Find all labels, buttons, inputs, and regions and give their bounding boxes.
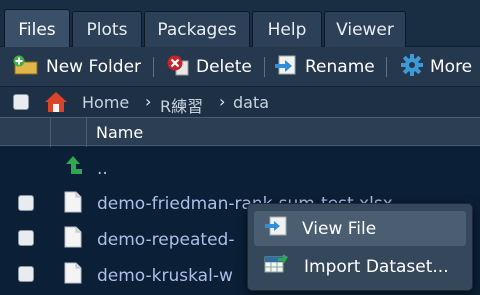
- rename-label: Rename: [305, 57, 375, 77]
- rename-button[interactable]: Rename: [273, 47, 375, 87]
- column-divider: [50, 118, 51, 147]
- file-link[interactable]: demo-kruskal-w: [97, 266, 233, 286]
- pane-tab-bar: Files Plots Packages Help Viewer: [0, 0, 480, 48]
- file-context-menu: View File Import Dataset...: [247, 203, 473, 291]
- toolbar-divider: [386, 57, 387, 77]
- delete-label: Delete: [196, 57, 252, 77]
- new-folder-button[interactable]: New Folder: [12, 47, 141, 87]
- file-icon: [64, 191, 82, 217]
- toolbar-divider: [264, 57, 265, 77]
- column-divider: [86, 118, 87, 147]
- parent-directory-link[interactable]: ..: [97, 159, 108, 179]
- delete-icon: [166, 54, 196, 81]
- tab-packages[interactable]: Packages: [144, 11, 250, 47]
- breadcrumb: Home › R練習 › data: [0, 87, 480, 117]
- view-file-menu-item[interactable]: View File: [254, 211, 466, 246]
- delete-button[interactable]: Delete: [166, 47, 252, 87]
- breadcrumb-current: data: [233, 93, 270, 112]
- parent-directory-row[interactable]: ..: [0, 150, 480, 187]
- view-file-icon: [254, 216, 302, 241]
- file-link[interactable]: demo-repeated-: [97, 230, 234, 250]
- file-icon: [64, 262, 82, 288]
- select-all-checkbox[interactable]: [13, 94, 29, 110]
- tab-files[interactable]: Files: [4, 9, 70, 48]
- import-dataset-label: Import Dataset...: [304, 256, 449, 277]
- breadcrumb-folder-link[interactable]: R練習: [160, 93, 203, 117]
- breadcrumb-separator: ›: [219, 92, 226, 111]
- toolbar-divider: [153, 57, 154, 77]
- import-dataset-menu-item[interactable]: Import Dataset...: [254, 249, 466, 284]
- home-icon[interactable]: [43, 90, 69, 118]
- rename-icon: [273, 54, 305, 81]
- new-folder-label: New Folder: [46, 57, 142, 77]
- files-toolbar: New Folder Delete Rename More: [0, 47, 480, 87]
- breadcrumb-separator: ›: [145, 92, 152, 111]
- view-file-label: View File: [302, 218, 377, 239]
- new-folder-icon: [12, 54, 46, 81]
- more-button[interactable]: More: [400, 47, 472, 87]
- row-checkbox[interactable]: [18, 195, 34, 211]
- file-table-header: Name: [0, 117, 480, 147]
- row-checkbox[interactable]: [18, 266, 34, 282]
- row-checkbox[interactable]: [18, 230, 34, 246]
- name-column-header[interactable]: Name: [96, 123, 143, 142]
- tab-plots[interactable]: Plots: [72, 11, 142, 47]
- tab-viewer[interactable]: Viewer: [324, 11, 406, 47]
- tab-help[interactable]: Help: [252, 11, 322, 47]
- more-label: More: [430, 57, 473, 77]
- breadcrumb-home-link[interactable]: Home: [82, 93, 129, 112]
- up-arrow-icon: [64, 154, 84, 180]
- import-dataset-icon: [254, 254, 304, 279]
- file-icon: [64, 226, 82, 252]
- gear-icon: [400, 53, 430, 82]
